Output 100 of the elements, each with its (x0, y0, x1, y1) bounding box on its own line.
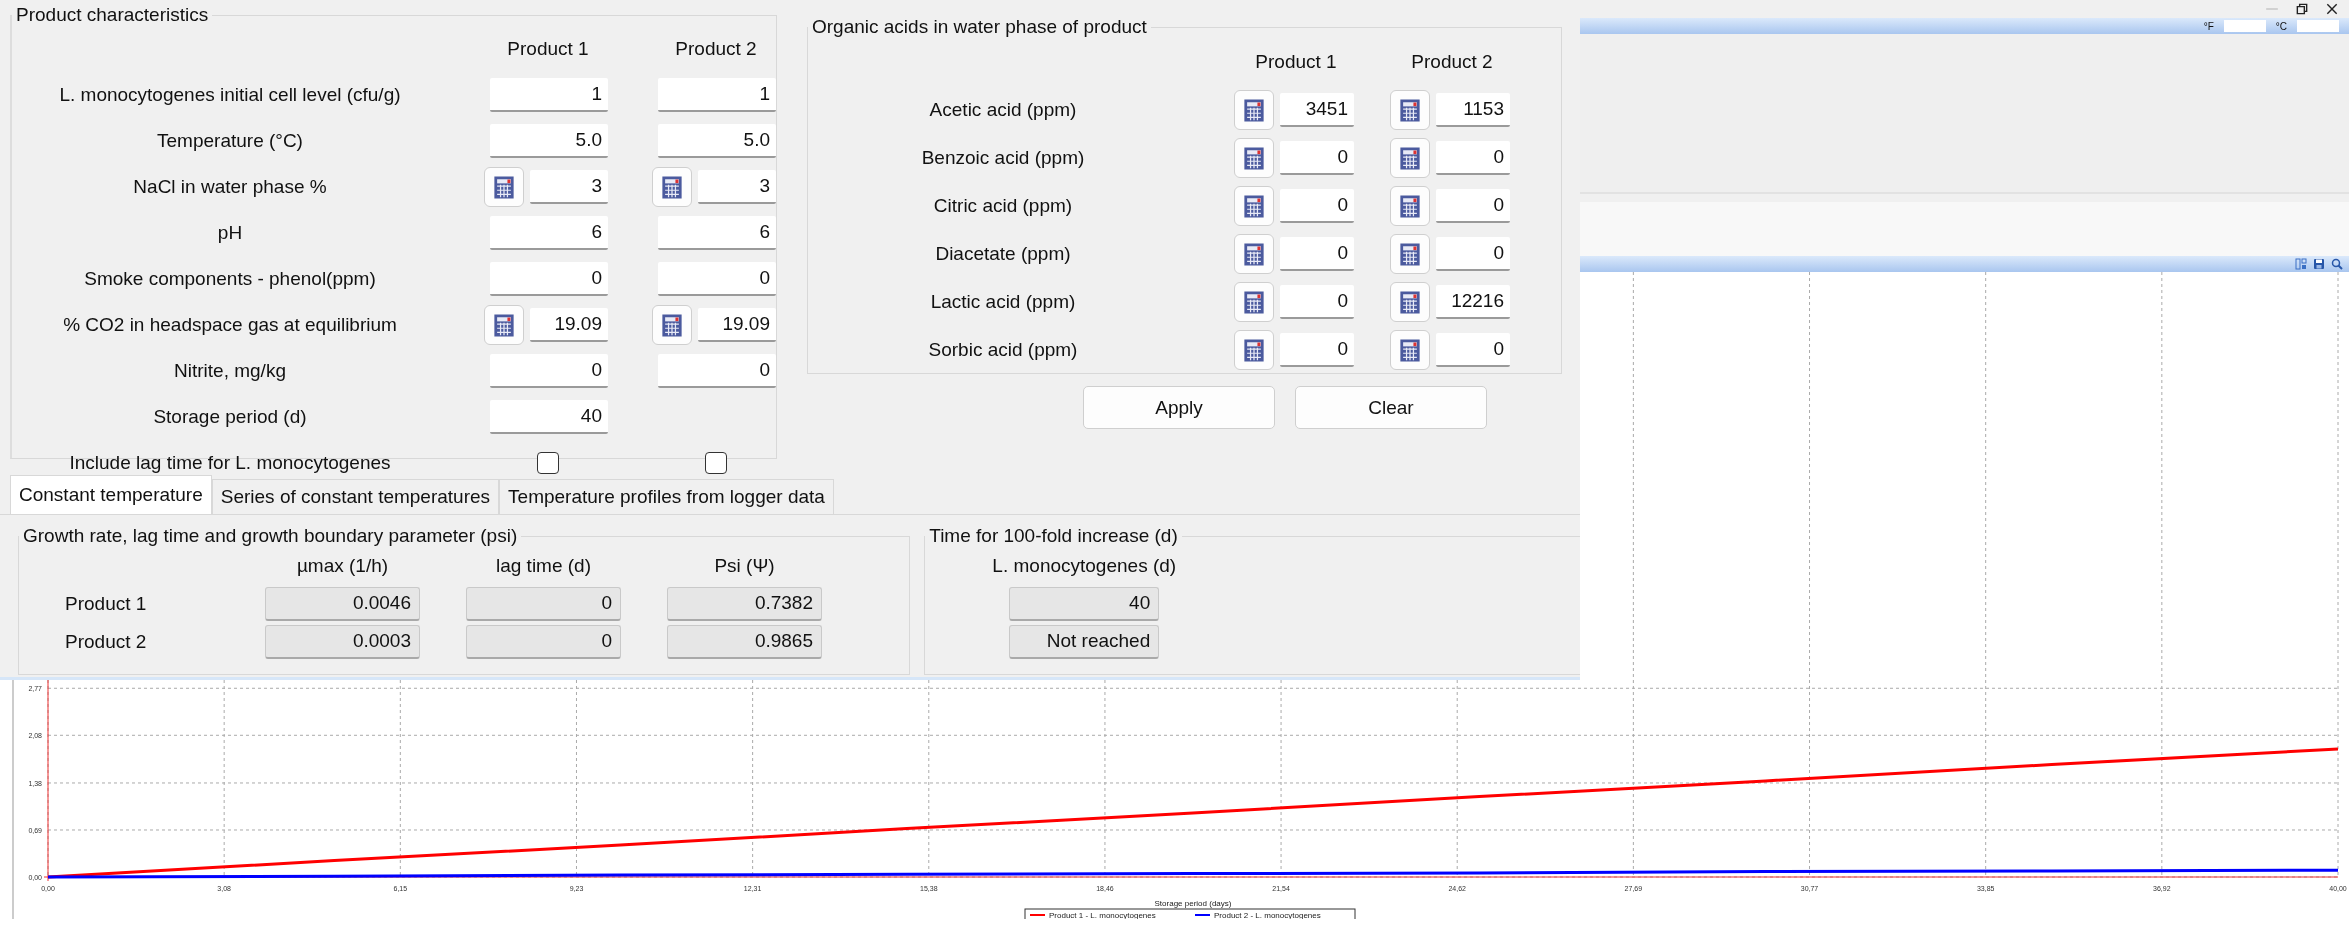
calculator-icon (1243, 241, 1265, 267)
calculator-icon (661, 312, 683, 338)
checkbox[interactable] (705, 452, 727, 474)
save-icon[interactable] (2313, 258, 2325, 270)
value-field[interactable]: 0 (1280, 333, 1354, 367)
celsius-label: °C (2275, 20, 2287, 32)
value-field[interactable]: 3451 (1280, 93, 1354, 127)
calculator-icon (1243, 145, 1265, 171)
value-field[interactable]: 0 (1280, 237, 1354, 271)
value-field[interactable]: 12216 (1436, 285, 1510, 319)
row-label: Product 2 (64, 631, 148, 653)
tab[interactable]: Temperature profiles from logger data (499, 479, 834, 514)
output-field: 0.9865 (667, 625, 822, 659)
field-label: Smoke components - phenol(ppm) (83, 268, 377, 290)
close-icon[interactable] (2325, 2, 2339, 16)
calculator-icon (1243, 289, 1265, 315)
calculator-button[interactable] (1390, 186, 1430, 226)
apply-button[interactable]: Apply (1083, 386, 1275, 429)
calculator-icon (493, 312, 515, 338)
value-field[interactable]: 0 (490, 354, 608, 388)
group-title: Growth rate, lag time and growth boundary parameter (psi) (22, 525, 519, 547)
column-header: µmax (1/h) (295, 555, 390, 577)
field-label: Temperature (°C) (156, 130, 304, 152)
calculator-icon (1243, 193, 1265, 219)
chart-settings-icon[interactable] (2295, 258, 2307, 270)
tab[interactable]: Constant temperature (10, 475, 212, 514)
value-field[interactable]: 6 (658, 216, 776, 250)
calculator-button[interactable] (1234, 330, 1274, 370)
value-field[interactable]: 0 (1280, 141, 1354, 175)
field-label: Sorbic acid (ppm) (927, 339, 1079, 361)
calculator-button[interactable] (1390, 90, 1430, 130)
value-field[interactable]: 3 (698, 170, 776, 204)
value-field[interactable]: 0 (1280, 189, 1354, 223)
calculator-icon (1243, 337, 1265, 363)
value-field[interactable]: 1 (490, 78, 608, 112)
calculator-icon (661, 174, 683, 200)
column-header: Product 2 (674, 38, 758, 60)
calculator-button[interactable] (484, 305, 524, 345)
field-label: Citric acid (ppm) (932, 195, 1074, 217)
tab[interactable]: Series of constant temperatures (211, 479, 500, 514)
value-field[interactable]: 3 (530, 170, 608, 204)
calculator-button[interactable] (1390, 234, 1430, 274)
field-label: Include lag time for L. monocytogenes (68, 452, 392, 474)
calculator-button[interactable] (652, 305, 692, 345)
field-label: L. monocytogenes initial cell level (cfu/g) (58, 84, 402, 106)
calculator-button[interactable] (652, 167, 692, 207)
calculator-button[interactable] (1390, 138, 1430, 178)
column-header: Product 1 (506, 38, 590, 60)
fahrenheit-field[interactable] (2223, 20, 2266, 32)
group-title: Product characteristics (15, 4, 210, 26)
value-field[interactable]: 6 (490, 216, 608, 250)
value-field[interactable]: 0 (1280, 285, 1354, 319)
value-field[interactable]: 19.09 (530, 308, 608, 342)
clear-button[interactable]: Clear (1295, 386, 1487, 429)
calculator-icon (1399, 241, 1421, 267)
column-header: Product 1 (1254, 51, 1338, 73)
column-header: lag time (d) (495, 555, 592, 577)
celsius-field[interactable] (2297, 20, 2339, 32)
calculator-button[interactable] (1390, 330, 1430, 370)
column-header: L. monocytogenes (d) (992, 555, 1177, 577)
calculator-button[interactable] (484, 167, 524, 207)
value-field[interactable]: 0 (1436, 141, 1510, 175)
value-field[interactable]: 0 (1436, 189, 1510, 223)
calculator-icon (1399, 289, 1421, 315)
field-label: Nitrite, mg/kg (173, 360, 287, 382)
group-title: Organic acids in water phase of product (811, 16, 1148, 38)
calculator-button[interactable] (1234, 234, 1274, 274)
column-header: Product 2 (1410, 51, 1494, 73)
output-field: 0.7382 (667, 587, 822, 621)
value-field[interactable]: 0 (658, 354, 776, 388)
calculator-button[interactable] (1390, 282, 1430, 322)
zoom-icon[interactable] (2331, 258, 2343, 270)
calculator-button[interactable] (1234, 282, 1274, 322)
x-axis-title: Storage period (days) (1154, 899, 1232, 908)
value-field[interactable]: 5.0 (490, 124, 608, 158)
legend-label: Product 2 - L. monocytogenes (1214, 911, 1321, 919)
checkbox[interactable] (537, 452, 559, 474)
field-label: Storage period (d) (152, 406, 308, 428)
calculator-button[interactable] (1234, 90, 1274, 130)
value-field[interactable]: 1153 (1436, 93, 1510, 127)
output-field: 40 (1009, 587, 1160, 621)
value-field[interactable]: 0 (658, 262, 776, 296)
field-label: % CO2 in headspace gas at equilibrium (62, 314, 398, 336)
value-field[interactable]: 5.0 (658, 124, 776, 158)
value-field[interactable]: 0 (1436, 333, 1510, 367)
value-field[interactable]: 0 (1436, 237, 1510, 271)
output-field: Not reached (1009, 625, 1160, 659)
value-field[interactable]: 19.09 (698, 308, 776, 342)
field-label: Acetic acid (ppm) (928, 99, 1078, 121)
value-field[interactable]: 1 (658, 78, 776, 112)
calculator-icon (1399, 193, 1421, 219)
output-field: 0.0003 (265, 625, 420, 659)
restore-icon[interactable] (2295, 2, 2309, 16)
fahrenheit-label: °F (2203, 20, 2214, 32)
group-title: Time for 100-fold increase (d) (928, 525, 1179, 547)
value-field[interactable]: 0 (490, 262, 608, 296)
value-field[interactable]: 40 (490, 400, 608, 434)
field-label: Lactic acid (ppm) (929, 291, 1077, 313)
calculator-button[interactable] (1234, 138, 1274, 178)
calculator-button[interactable] (1234, 186, 1274, 226)
